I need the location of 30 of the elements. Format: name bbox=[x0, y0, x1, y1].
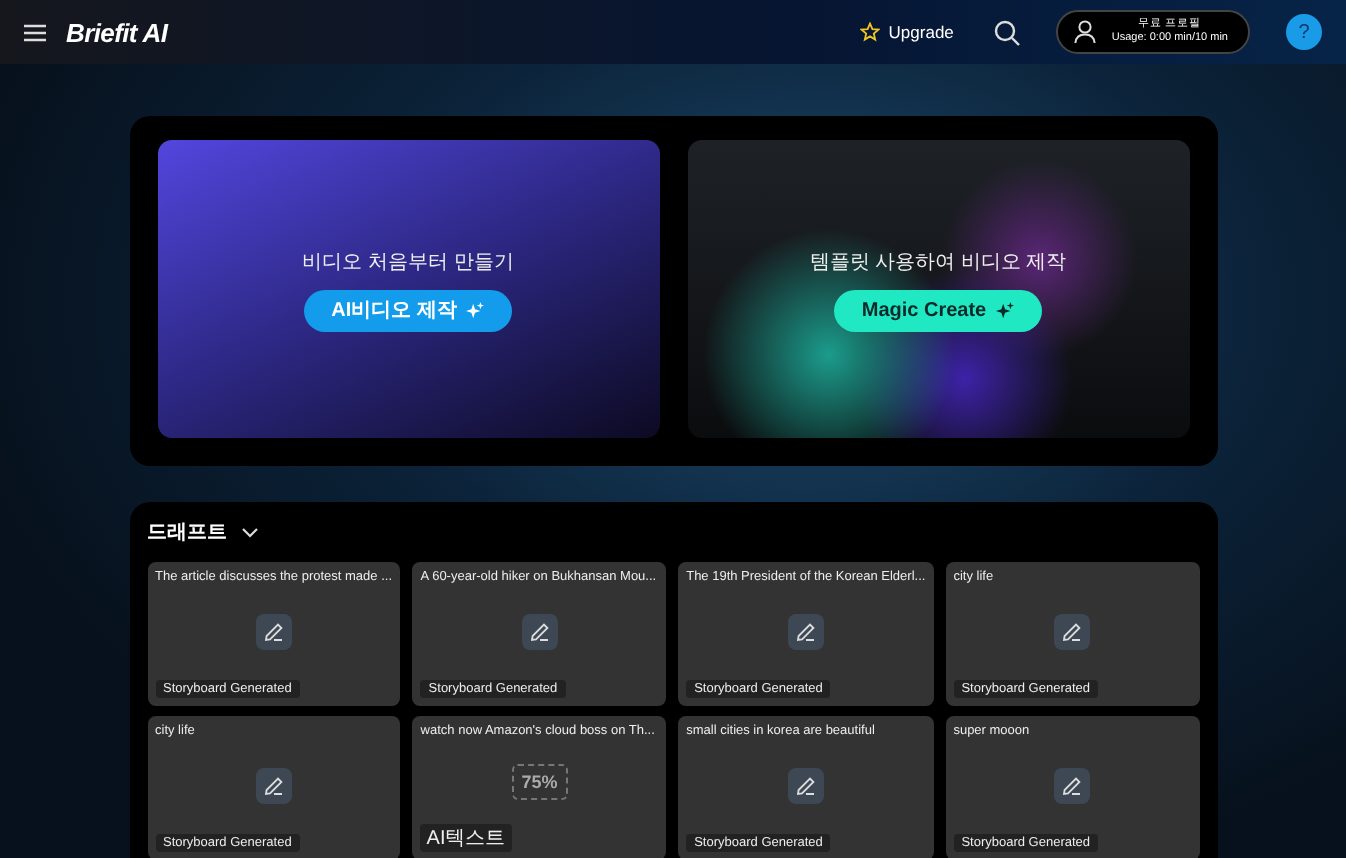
progress-text: 75% bbox=[511, 763, 568, 799]
user-icon bbox=[1073, 20, 1096, 44]
card-caption: 템플릿 사용하여 비디오 제작 bbox=[809, 249, 1067, 275]
logo[interactable]: Briefit AI bbox=[66, 17, 168, 47]
star-icon bbox=[860, 22, 881, 42]
edit-button[interactable] bbox=[255, 768, 292, 804]
pencil-icon bbox=[263, 776, 284, 796]
pencil-icon bbox=[529, 622, 550, 642]
edit-button[interactable] bbox=[787, 768, 824, 804]
menu-icon[interactable] bbox=[24, 23, 46, 41]
edit-button[interactable] bbox=[255, 614, 292, 650]
pencil-icon bbox=[795, 622, 816, 642]
search-icon[interactable] bbox=[993, 19, 1020, 45]
pencil-icon bbox=[263, 622, 284, 642]
drafts-title: 드래프트 bbox=[147, 520, 227, 546]
edit-button[interactable] bbox=[521, 614, 558, 650]
chevron-down-icon[interactable] bbox=[241, 527, 257, 537]
help-button[interactable]: ? bbox=[1286, 14, 1322, 50]
edit-button[interactable] bbox=[787, 614, 824, 650]
upgrade-button[interactable]: Upgrade bbox=[860, 22, 954, 42]
sparkle-icon bbox=[466, 301, 485, 319]
pencil-icon bbox=[1062, 622, 1083, 642]
status-badge: AI텍스트 bbox=[420, 824, 512, 852]
edit-button[interactable] bbox=[1054, 614, 1091, 650]
sparkle-icon bbox=[996, 301, 1015, 319]
card-caption: 비디오 처음부터 만들기 bbox=[302, 249, 514, 275]
edit-button[interactable] bbox=[1054, 768, 1091, 804]
create-button[interactable]: Magic Create bbox=[833, 289, 1043, 331]
pencil-icon bbox=[1062, 776, 1083, 796]
pencil-icon bbox=[795, 776, 816, 796]
